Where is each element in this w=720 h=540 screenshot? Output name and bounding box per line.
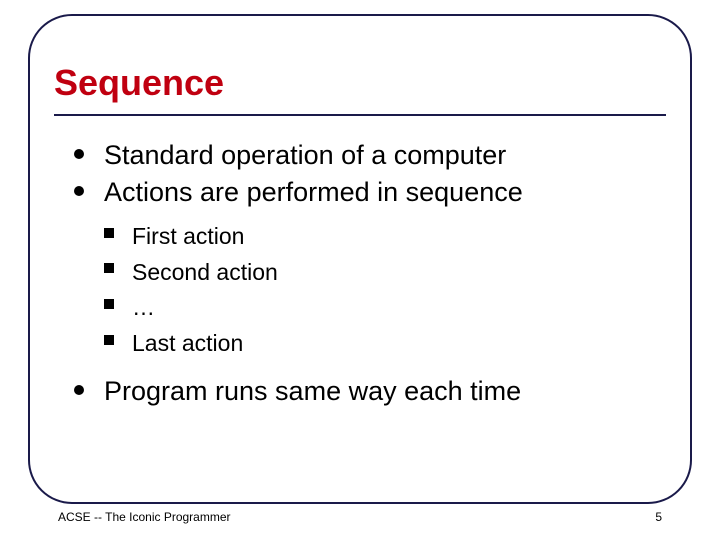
list-item: First action (104, 219, 660, 255)
bullet-list-level2: First action Second action … Last action (104, 219, 660, 362)
list-item: Standard operation of a computer (74, 138, 660, 173)
list-item: … (104, 290, 660, 326)
bullet-text: First action (132, 223, 244, 249)
footer-left: ACSE -- The Iconic Programmer (58, 510, 231, 524)
bullet-text: Standard operation of a computer (104, 140, 506, 170)
bullet-list-level1: Standard operation of a computer Actions… (74, 138, 660, 408)
slide-content: Standard operation of a computer Actions… (74, 138, 660, 410)
slide-title: Sequence (54, 62, 666, 116)
slide: Sequence Standard operation of a compute… (0, 0, 720, 540)
list-item: Program runs same way each time (74, 374, 660, 409)
slide-number: 5 (655, 510, 662, 524)
bullet-text: … (132, 294, 155, 320)
bullet-text: Last action (132, 330, 243, 356)
bullet-text: Second action (132, 259, 278, 285)
list-item: Actions are performed in sequence First … (74, 175, 660, 362)
bullet-text: Actions are performed in sequence (104, 177, 523, 207)
list-item: Second action (104, 255, 660, 291)
list-item: Last action (104, 326, 660, 362)
bullet-text: Program runs same way each time (104, 376, 521, 406)
